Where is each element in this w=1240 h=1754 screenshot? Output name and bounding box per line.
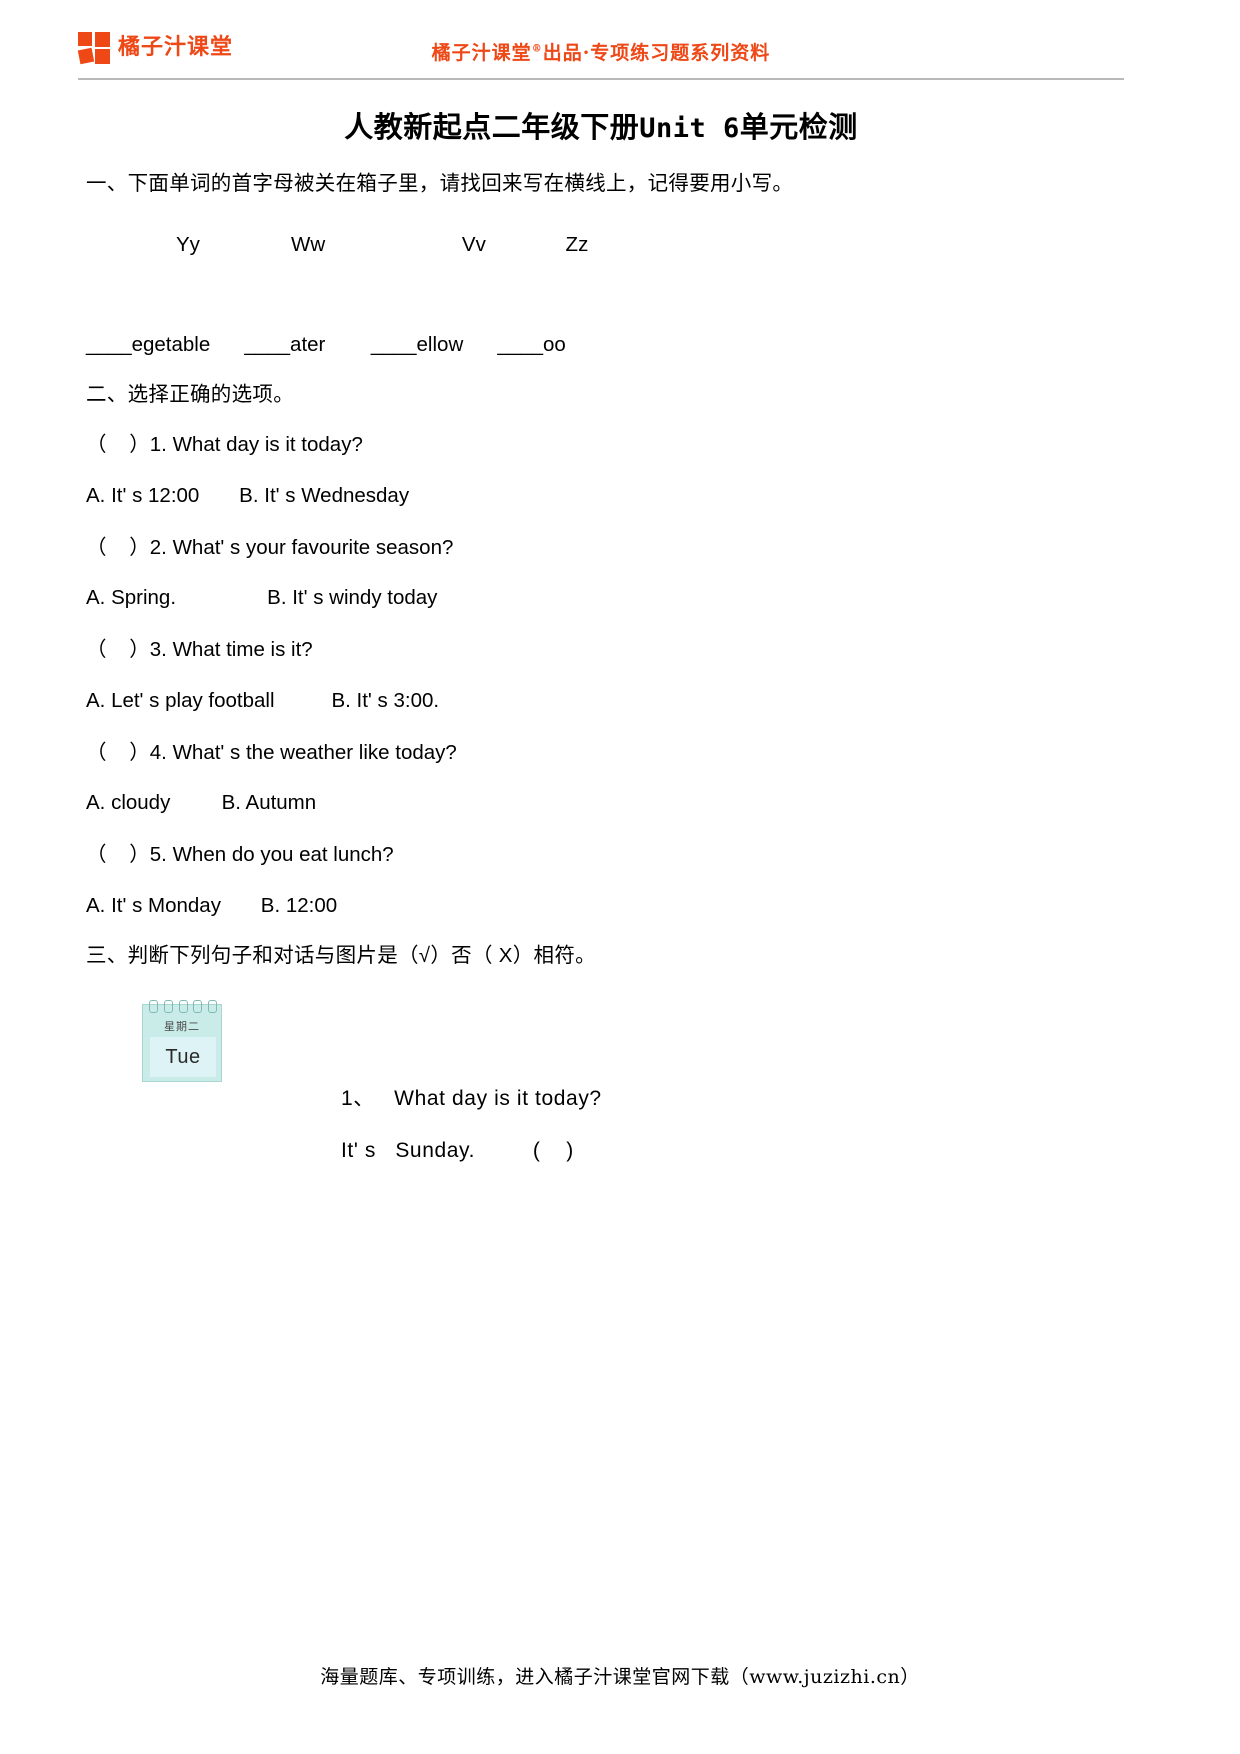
calendar-weekday-cn: 星期二 <box>164 1020 200 1033</box>
page-title-suffix: 单元检测 <box>739 110 858 144</box>
calendar-rings-icon <box>149 1000 217 1013</box>
question-5-options: A. It' s Monday B. 12:00 <box>86 893 338 917</box>
blanks-row: ____egetable ____ater ____ellow ____oo <box>86 332 566 356</box>
question-5: （ ）5. When do you eat lunch? <box>86 843 394 866</box>
page-footer: 海量题库、专项训练，进入橘子汁课堂官网下载（www.juzizhi.cn） <box>320 1666 920 1688</box>
letters-row: Yy Ww Vv Zz <box>176 232 589 256</box>
header-brand-line: 橘子汁课堂®出品·专项练习题系列资料 <box>78 38 1124 65</box>
page-header: 橘子汁课堂 橘子汁课堂®出品·专项练习题系列资料 <box>77 26 1124 82</box>
question-1-options: A. It' s 12:00 B. It' s Wednesday <box>86 483 410 507</box>
question-3-options: A. Let' s play football B. It' s 3:00. <box>86 688 440 712</box>
worksheet-page: 橘子汁课堂 橘子汁课堂®出品·专项练习题系列资料 人教新起点二年级下册Unit … <box>0 0 1240 1754</box>
document-body: 人教新起点二年级下册Unit 6单元检测 一、下面单词的首字母被关在箱子里，请找… <box>86 98 1116 1166</box>
section-three-heading: 三、判断下列句子和对话与图片是（√）否（ X）相符。 <box>86 943 596 967</box>
page-title-prefix: 人教新起点二年级下册 <box>344 110 640 144</box>
section-one-heading: 一、下面单词的首字母被关在箱子里，请找回来写在横线上，记得要用小写。 <box>86 172 794 195</box>
question-2-options: A. Spring. B. It' s windy today <box>86 586 438 609</box>
header-divider <box>78 78 1124 80</box>
calendar-icon: 星期二 Tue <box>142 1000 222 1082</box>
page-title: 人教新起点二年级下册Unit 6单元检测 <box>86 98 1116 146</box>
question-4: （ ）4. What' s the weather like today? <box>86 740 457 764</box>
calendar-body: Tue <box>150 1037 216 1077</box>
section-three-picture-block: 星期二 Tue 1、 What day is it today? It' s S… <box>86 996 1116 1166</box>
header-brand-prefix: 橘子汁课堂 <box>431 42 532 64</box>
section-two-heading: 二、选择正确的选项。 <box>86 382 294 406</box>
question-2: （ ）2. What' s your favourite season? <box>86 535 454 559</box>
header-brand-suffix: 出品·专项练习题系列资料 <box>542 42 771 64</box>
question-3: （ ）3. What time is it? <box>86 638 313 661</box>
section-three-item-line-1: 1、 What day is it today? <box>341 1087 602 1110</box>
calendar-weekday-en: Tue <box>165 1045 201 1068</box>
question-1: （ ）1. What day is it today? <box>86 433 363 456</box>
question-4-options: A. cloudy B. Autumn <box>86 791 317 814</box>
section-three-item-line-2: It' s Sunday. ( ) <box>341 1139 574 1162</box>
registered-mark-icon: ® <box>531 43 543 55</box>
page-title-unit: Unit 6 <box>639 113 740 144</box>
